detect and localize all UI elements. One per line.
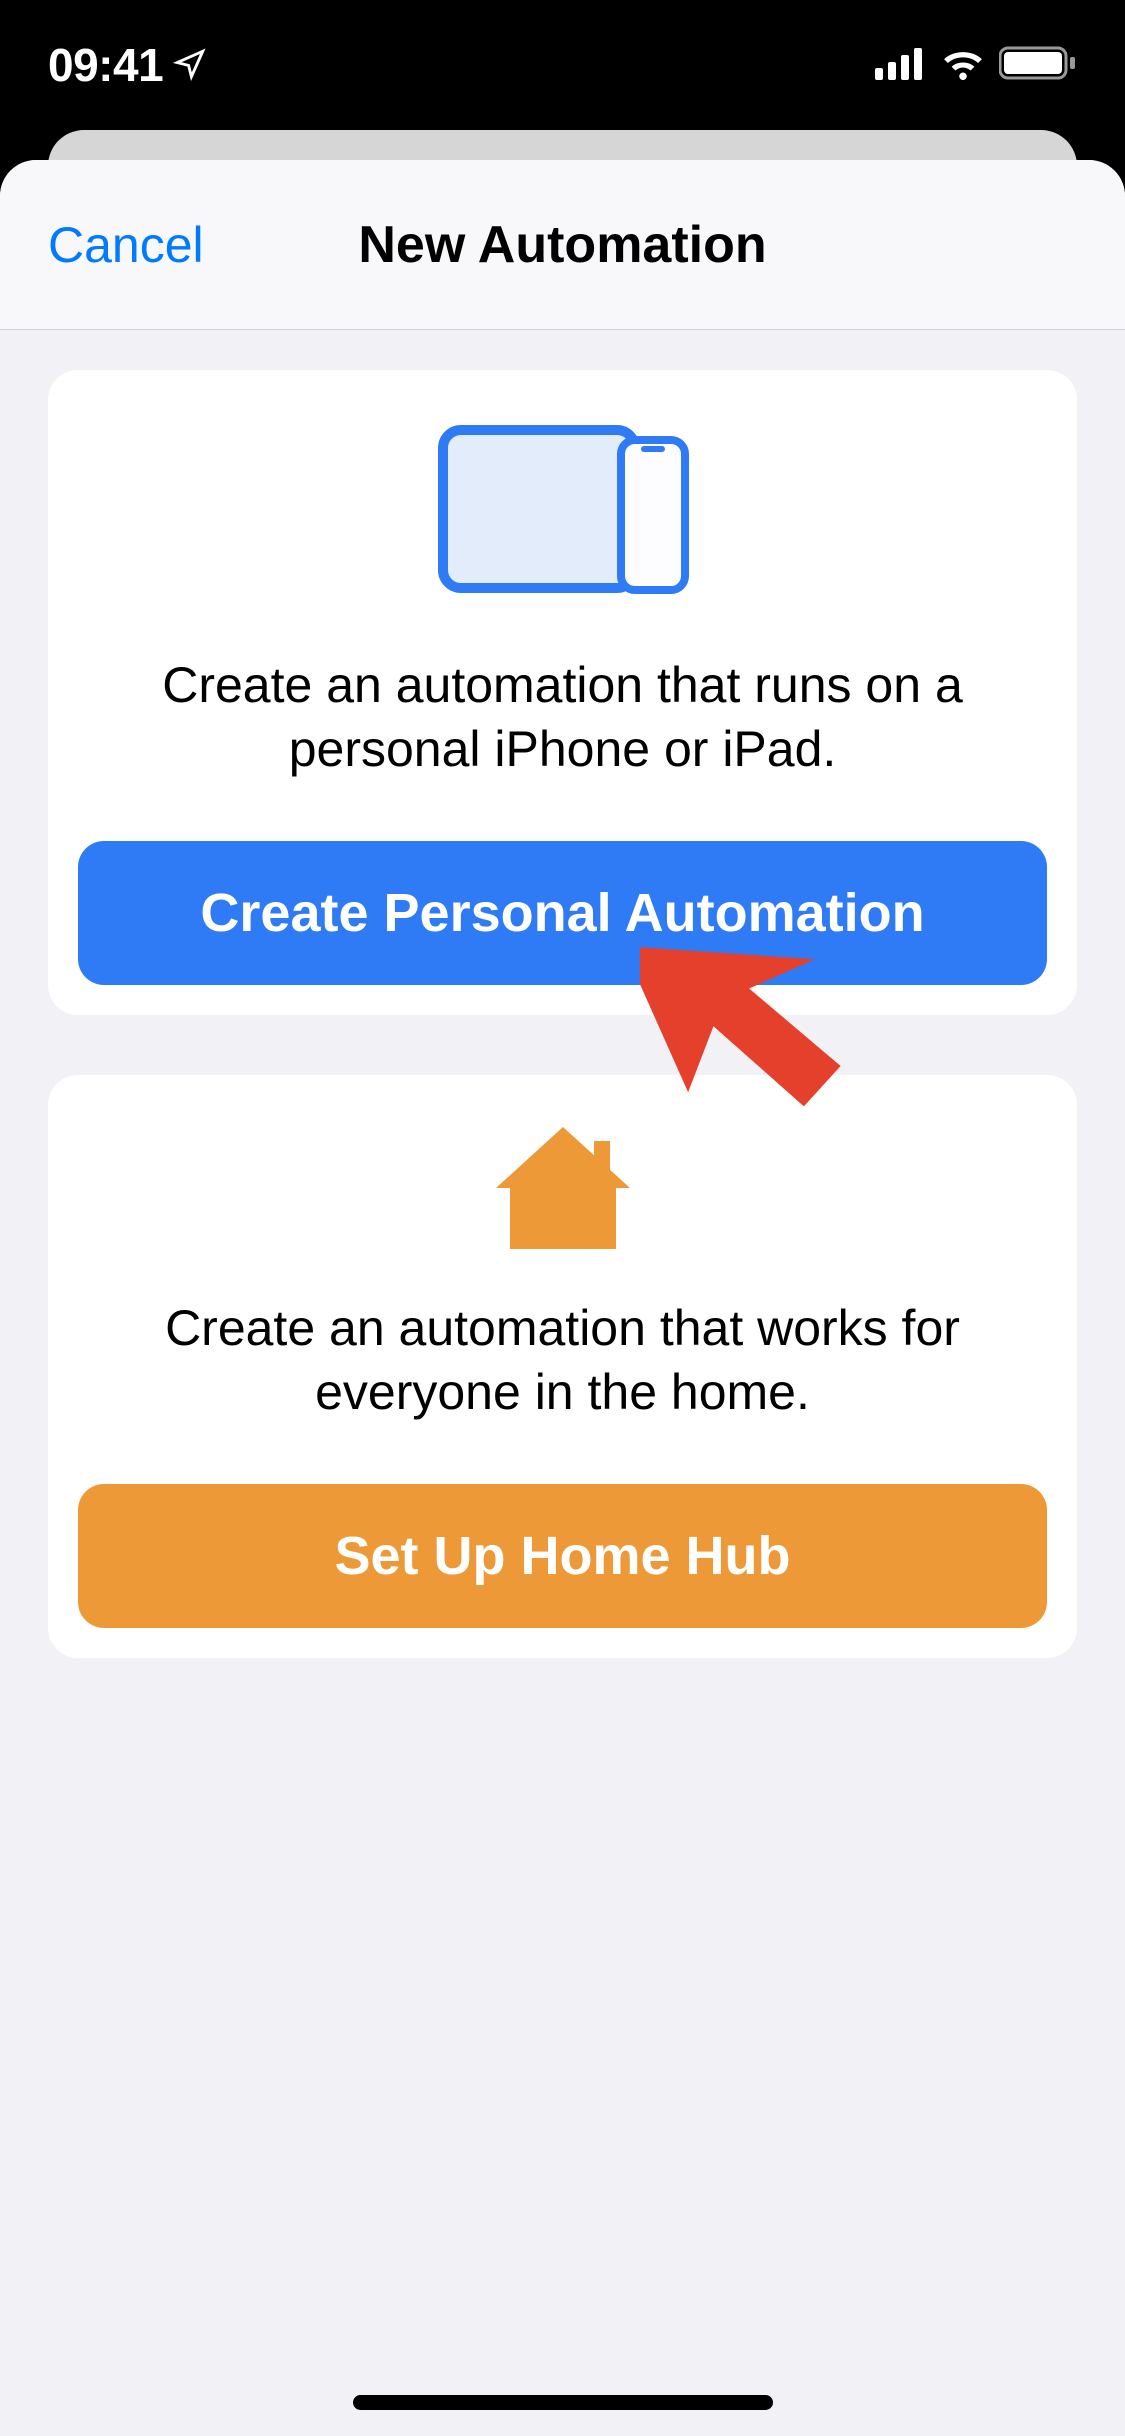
sheet-content: Create an automation that runs on a pers… <box>0 330 1125 1658</box>
cellular-icon <box>875 46 927 85</box>
personal-description: Create an automation that runs on a pers… <box>78 653 1047 781</box>
status-time: 09:41 <box>48 38 163 92</box>
home-automation-card: Create an automation that works for ever… <box>48 1075 1077 1658</box>
button-label: Create Personal Automation <box>200 882 924 944</box>
status-right <box>875 45 1077 86</box>
nav-bar: Cancel New Automation <box>0 160 1125 330</box>
page-title: New Automation <box>358 215 766 275</box>
modal-sheet: Cancel New Automation Create an automati… <box>0 160 1125 2436</box>
set-up-home-hub-button[interactable]: Set Up Home Hub <box>78 1484 1047 1628</box>
button-label: Set Up Home Hub <box>334 1525 790 1587</box>
location-icon <box>173 38 207 92</box>
status-bar: 09:41 <box>0 0 1125 130</box>
cancel-button[interactable]: Cancel <box>48 216 204 274</box>
battery-icon <box>999 45 1077 86</box>
home-indicator[interactable] <box>353 2395 773 2410</box>
devices-icon <box>433 418 693 603</box>
status-left: 09:41 <box>48 38 207 92</box>
home-description: Create an automation that works for ever… <box>78 1296 1047 1424</box>
personal-automation-card: Create an automation that runs on a pers… <box>48 370 1077 1015</box>
home-icon <box>488 1123 638 1258</box>
create-personal-automation-button[interactable]: Create Personal Automation <box>78 841 1047 985</box>
wifi-icon <box>939 46 987 85</box>
device-screen: 09:41 <box>0 0 1125 2436</box>
